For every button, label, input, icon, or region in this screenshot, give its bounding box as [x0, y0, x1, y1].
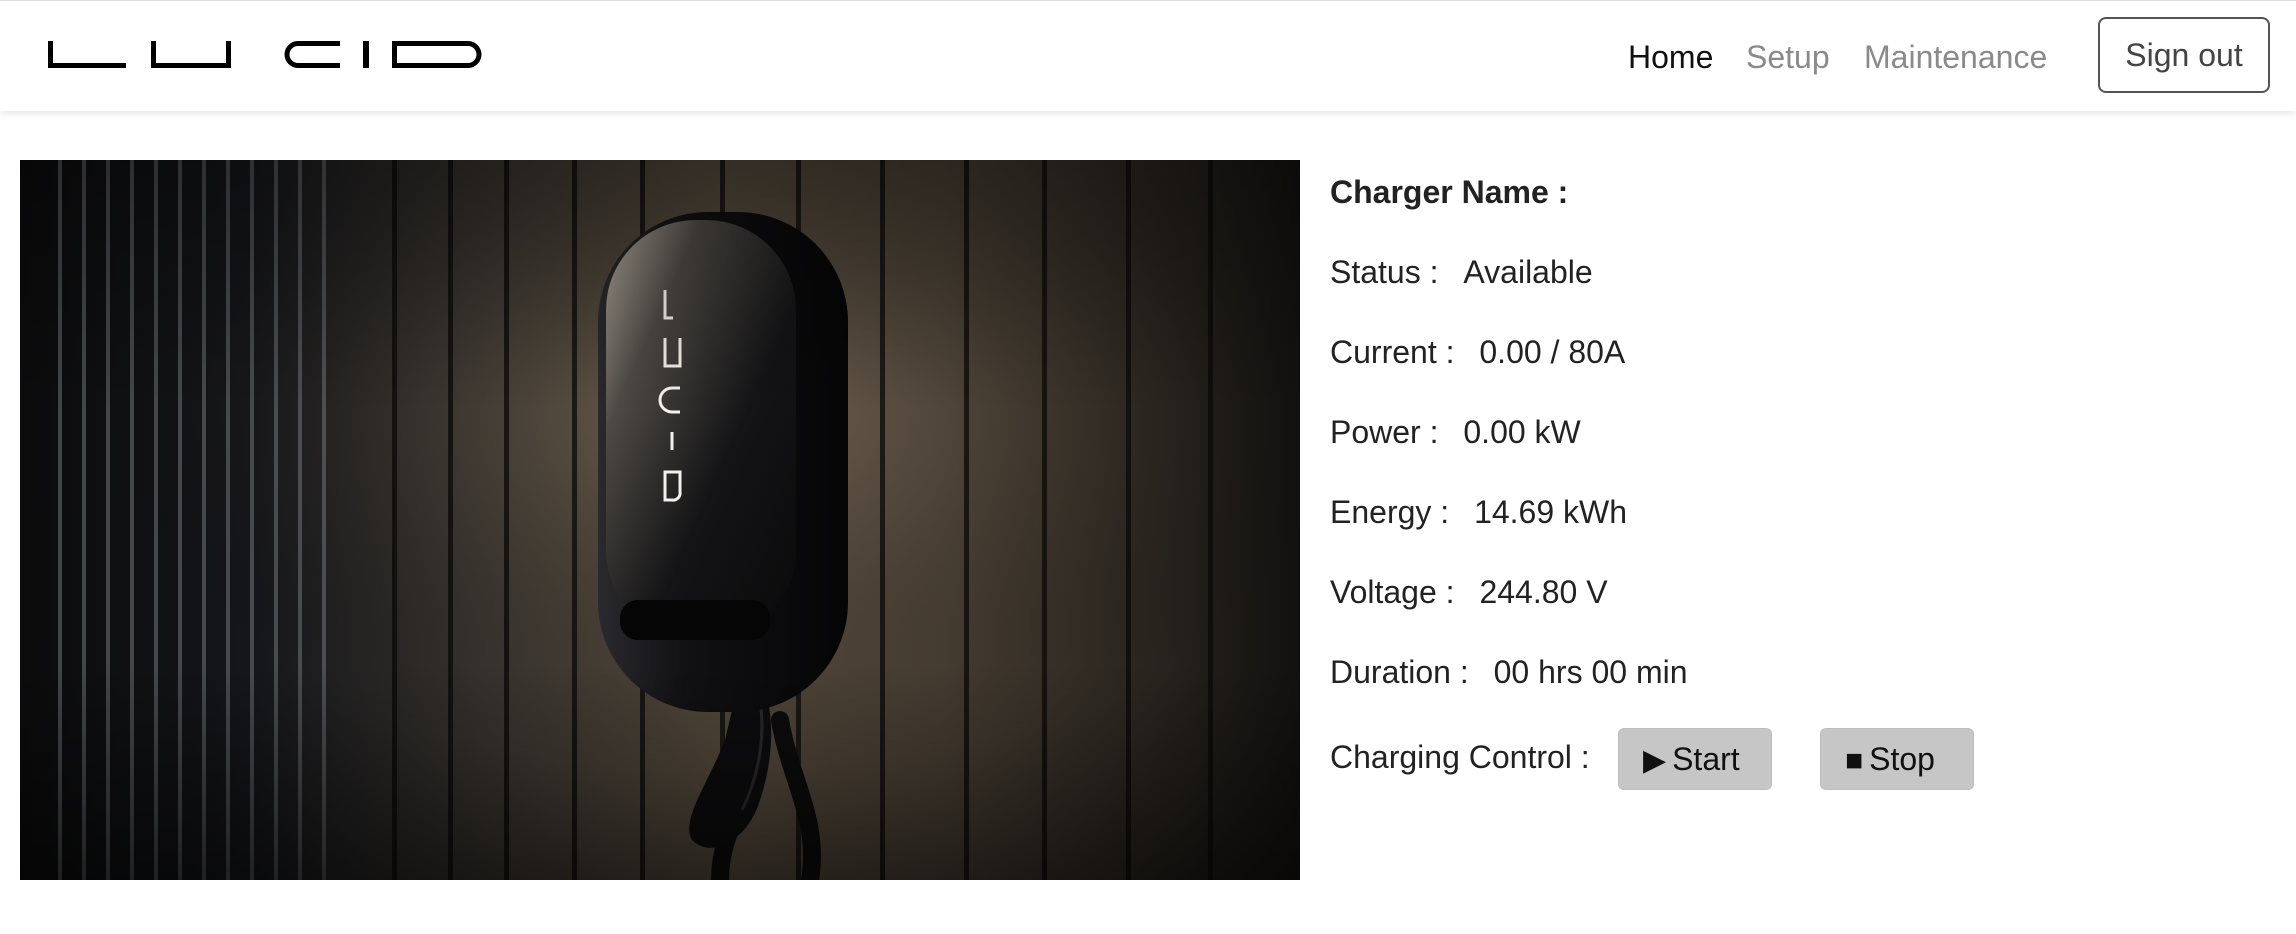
charger-hero-image [20, 160, 1300, 880]
start-charging-button[interactable]: ▶ Start [1618, 728, 1772, 790]
duration-label: Duration : [1330, 654, 1469, 690]
power-row: Power : 0.00 kW [1330, 412, 1581, 452]
stop-icon: ■ [1845, 743, 1864, 777]
energy-value: 14.69 kWh [1474, 494, 1628, 530]
nav-maintenance-link[interactable]: Maintenance [1864, 39, 2047, 75]
status-row: Status : Available [1330, 252, 1593, 292]
duration-row: Duration : 00 hrs 00 min [1330, 652, 1688, 692]
status-label: Status : [1330, 254, 1439, 290]
status-value: Available [1463, 254, 1593, 290]
duration-value: 00 hrs 00 min [1493, 654, 1688, 690]
nav-setup-link[interactable]: Setup [1746, 39, 1830, 75]
charger-name-label: Charger Name : [1330, 174, 1569, 210]
power-label: Power : [1330, 414, 1439, 450]
current-value: 0.00 / 80A [1479, 334, 1626, 370]
lucid-logo[interactable] [48, 41, 484, 73]
nav-home-link[interactable]: Home [1628, 39, 1713, 75]
current-label: Current : [1330, 334, 1455, 370]
charging-control-label: Charging Control : [1330, 739, 1590, 775]
start-button-label: Start [1672, 740, 1740, 777]
play-icon: ▶ [1643, 743, 1667, 777]
sign-out-button[interactable]: Sign out [2098, 17, 2270, 93]
charger-name-row: Charger Name : [1330, 172, 1584, 212]
energy-label: Energy : [1330, 494, 1450, 530]
wall-charger-photo [20, 160, 1300, 880]
stop-button-label: Stop [1869, 740, 1935, 777]
power-value: 0.00 kW [1463, 414, 1581, 450]
top-navbar: Home Setup Maintenance Sign out [0, 0, 2296, 111]
energy-row: Energy : 14.69 kWh [1330, 492, 1627, 532]
stop-charging-button[interactable]: ■ Stop [1820, 728, 1974, 790]
voltage-value: 244.80 V [1479, 574, 1608, 610]
current-row: Current : 0.00 / 80A [1330, 332, 1625, 372]
voltage-row: Voltage : 244.80 V [1330, 572, 1608, 612]
voltage-label: Voltage : [1330, 574, 1455, 610]
